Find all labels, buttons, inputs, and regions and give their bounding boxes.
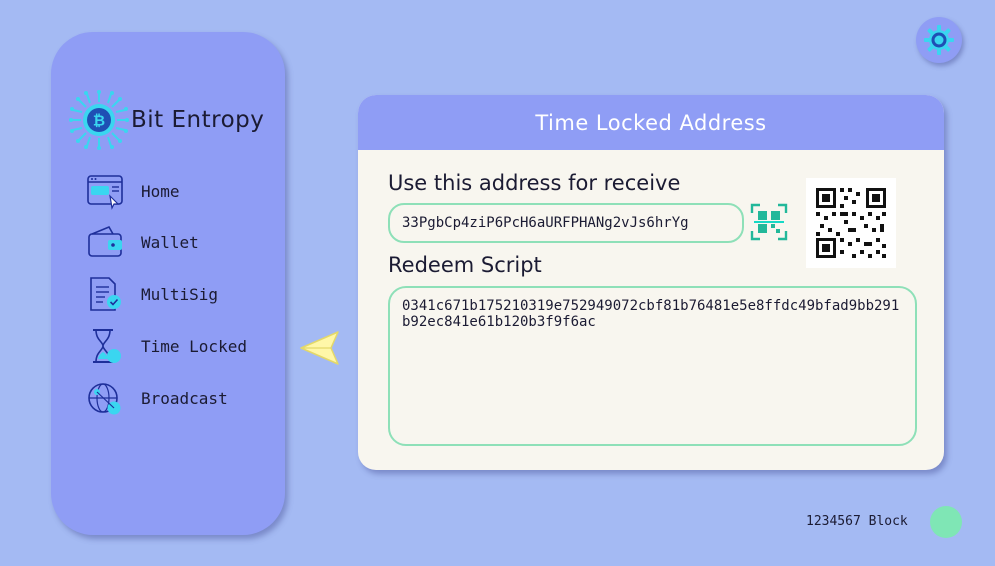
bitcoin-chip-icon: ₿ — [69, 90, 129, 150]
sidebar-item-label: Time Locked — [141, 336, 247, 356]
address-label: Use this address for receive — [388, 171, 681, 195]
address-field[interactable]: 33PgbCp4ziP6PcH6aURFPHANg2vJs6hrYg — [388, 203, 744, 243]
card-title: Time Locked Address — [358, 95, 944, 150]
connection-status-indicator — [930, 506, 962, 538]
brand: ₿ Bit Entropy — [69, 90, 264, 150]
sidebar-item-label: Home — [141, 181, 180, 201]
hourglass-icon — [93, 329, 121, 363]
brand-name: Bit Entropy — [131, 107, 265, 133]
sidebar-item-label: Broadcast — [141, 388, 228, 408]
svg-text:₿: ₿ — [93, 112, 105, 130]
sidebar-item-multisig[interactable]: MultiSig — [85, 274, 275, 314]
sidebar-item-wallet[interactable]: Wallet — [85, 222, 275, 262]
sidebar-item-home[interactable]: Home — [85, 171, 275, 211]
globe-broadcast-icon — [88, 383, 121, 415]
qr-scan-icon[interactable] — [750, 203, 788, 241]
sidebar: ₿ Bit Entropy Home Wallet MultiSig Time … — [51, 32, 285, 535]
redeem-script-label: Redeem Script — [388, 253, 542, 277]
qr-code-image — [806, 178, 896, 268]
gear-icon — [924, 25, 954, 55]
settings-button[interactable] — [916, 17, 962, 63]
block-height-text: 1234567 Block — [806, 514, 908, 529]
back-arrow-icon[interactable] — [298, 326, 342, 370]
multisig-document-icon — [90, 277, 121, 311]
sidebar-item-broadcast[interactable]: Broadcast — [85, 378, 275, 418]
wallet-icon — [88, 225, 122, 257]
sidebar-item-label: Wallet — [141, 232, 199, 252]
home-browser-icon — [87, 175, 123, 210]
redeem-script-field[interactable]: 0341c671b175210319e752949072cbf81b76481e… — [388, 286, 917, 446]
sidebar-item-label: MultiSig — [141, 284, 219, 304]
sidebar-item-time-locked[interactable]: Time Locked — [85, 326, 275, 366]
time-locked-address-card: Time Locked Address Use this address for… — [358, 95, 944, 470]
